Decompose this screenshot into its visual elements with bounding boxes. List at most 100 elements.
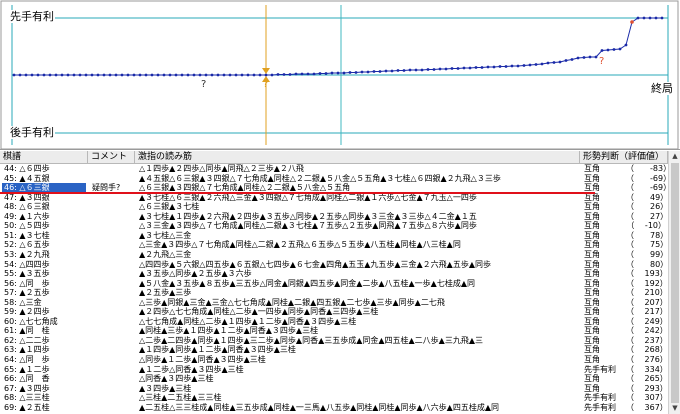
- eval-point: [552, 61, 556, 64]
- pv-cell: ▲３四歩▲三桂: [139, 383, 192, 393]
- eval-cell: （ 78）: [626, 230, 668, 240]
- move-cell: 59: ▲２四歩: [4, 307, 50, 317]
- eval-point: [156, 73, 160, 77]
- table-row[interactable]: 60: △七七角成 △七七角成▲同桂△二歩▲１四歩▲１二歩▲同香▲３四歩▲三桂 互角…: [0, 317, 680, 327]
- pv-cell: ▲４五銀△６三銀▲３四銀△７七角成▲同桂△２二銀▲５八金△５五角▲３七桂△６四銀…: [139, 173, 501, 183]
- pv-cell: ▲２九飛△三金: [139, 249, 192, 259]
- scroll-down-arrow-icon[interactable]: ▼: [670, 403, 680, 414]
- eval-point: [126, 73, 130, 77]
- eval-point: [636, 16, 640, 20]
- eval-point: [600, 49, 604, 52]
- column-header-pv[interactable]: 激指の読み筋: [135, 151, 580, 164]
- column-header-kifu[interactable]: 棋譜: [0, 151, 88, 164]
- pv-cell: ▲２四歩△七七角成▲同桂△二歩▲一四歩▲同歩▲同香▲三四歩▲三桂: [139, 307, 379, 317]
- comment-cell: [90, 393, 134, 403]
- pv-cell: ▲１四歩▲同歩▲１二歩▲同香▲３四歩▲三桂: [139, 345, 296, 355]
- table-row[interactable]: 48: △６三銀 △６三銀▲３七桂 互角 （ 26）: [0, 202, 680, 212]
- eval-point: [24, 73, 28, 77]
- pv-cell: △三歩▲同銀▲三金▲三金△七七角成▲同桂▲二銀▲四五銀▲二七歩▲三歩▲同歩▲二七…: [139, 297, 445, 307]
- table-row[interactable]: 53: ▲２九飛 ▲２九飛△三金 互角 （ 99）: [0, 250, 680, 260]
- eval-cell: （ -69）: [626, 183, 668, 193]
- move-cell: 55: ▲３五歩: [4, 269, 50, 279]
- table-row[interactable]: 69: ▲２五桂 ▲二五桂△三三桂成▲同桂▲三五歩成▲同桂▲一三馬▲八五歩▲同桂▲…: [0, 403, 680, 413]
- eval-point: [522, 64, 526, 67]
- eval-point: [378, 70, 382, 73]
- move-cell: 60: △七七角成: [4, 316, 58, 326]
- eval-point: [396, 69, 400, 72]
- eval-point: [582, 56, 586, 59]
- status-cell: 互角: [584, 259, 600, 269]
- comment-cell: [90, 174, 134, 184]
- eval-point: [222, 73, 226, 77]
- status-cell: 先手有利: [584, 393, 616, 403]
- graph-canvas[interactable]: [0, 0, 680, 150]
- comment-cell: [90, 384, 134, 394]
- table-row[interactable]: 50: △５四歩 △３三金▲３四歩△７七角成▲同桂△二銀▲３七桂▲７五歩△２五歩▲…: [0, 221, 680, 231]
- scrollbar-thumb[interactable]: [671, 163, 679, 403]
- eval-point: [594, 55, 598, 59]
- table-row[interactable]: 56: △同 歩 ▲５八金▲３五歩▲８五歩▲三五歩△同金▲同銀▲四五歩▲同金▲二歩…: [0, 279, 680, 289]
- table-row[interactable]: 44: △６四歩 △１四歩▲２四歩△同歩▲同飛△２三歩▲２八飛 互角 （ -83）: [0, 164, 680, 174]
- eval-point: [276, 73, 280, 76]
- eval-point: [354, 71, 358, 74]
- move-cell: 57: ▲２五歩: [4, 288, 50, 298]
- eval-point: [516, 64, 520, 68]
- table-row[interactable]: 64: △同 歩 △同歩▲１二歩▲同香▲３四歩▲三桂 互角 （ 276）: [0, 355, 680, 365]
- eval-cell: （ 242）: [626, 326, 668, 336]
- table-row[interactable]: 58: △三金 △三歩▲同銀▲三金▲三金△七七角成▲同桂▲二銀▲四五銀▲二七歩▲三…: [0, 298, 680, 308]
- kifu-analysis-table[interactable]: 棋譜 コメント 激指の読み筋 形勢判断（評価値） 44: △６四歩 △１四歩▲２四…: [0, 151, 680, 414]
- eval-point: [240, 73, 244, 77]
- table-row[interactable]: 49: ▲１六歩 ▲３七桂▲１四歩▲２六飛▲２四歩▲３五歩△同歩▲２五歩△同歩▲３…: [0, 212, 680, 222]
- status-cell: 互角: [584, 240, 600, 250]
- eval-point: [54, 73, 58, 77]
- eval-cell: （ 268）: [626, 345, 668, 355]
- eval-cell: （ 75）: [626, 240, 668, 250]
- eval-point: [30, 73, 34, 77]
- table-row[interactable]: 61: ▲同 桂 ▲同桂▲三歩▲１四歩▲１二歩▲同香▲３四歩▲三桂 互角 （ 242）: [0, 326, 680, 336]
- scroll-up-arrow-icon[interactable]: ▲: [670, 151, 680, 162]
- table-row[interactable]: 47: ▲３四銀 ▲３七桂△６三銀▲２六飛△三金▲３四銀△７七角成▲同桂△二銀▲１…: [0, 193, 680, 203]
- table-row[interactable]: 51: ▲３七桂 ▲３七桂△三金 互角 （ 78）: [0, 231, 680, 241]
- question-mark-3: ?: [599, 56, 605, 67]
- move-cell: 44: △６四歩: [4, 164, 50, 173]
- table-row[interactable]: 45: ▲４五銀 ▲４五銀△６三銀▲３四銀△７七角成▲同桂△２二銀▲５八金△５五角…: [0, 174, 680, 184]
- eval-cell: （ -10）: [626, 221, 666, 231]
- comment-cell: [90, 336, 134, 346]
- eval-point: [564, 59, 568, 62]
- eval-point: [408, 68, 412, 72]
- eval-point: [546, 61, 550, 65]
- eval-point: [90, 73, 94, 77]
- eval-point: [78, 73, 82, 77]
- eval-point: [168, 73, 172, 77]
- move-cell: 52: △６五歩: [4, 240, 50, 250]
- table-row[interactable]: 55: ▲３五歩 ▲３五歩△同歩▲２五歩▲３六歩 互角 （ 193）: [0, 269, 680, 279]
- gote-advantage-label: 後手有利: [9, 126, 55, 139]
- eval-cell: （ 80）: [626, 259, 668, 269]
- table-row[interactable]: 67: ▲３四歩 ▲３四歩▲三桂 互角 （ 293）: [0, 384, 680, 394]
- table-row[interactable]: 68: △三三桂 △三桂▲二五桂▲三三桂 先手有利 （ 307）: [0, 393, 680, 403]
- evaluation-graph[interactable]: 先手有利 後手有利 終局 ? ? ?: [0, 0, 680, 150]
- eval-point: [174, 73, 178, 77]
- eval-point: [102, 73, 106, 77]
- eval-point: [528, 63, 532, 67]
- table-row[interactable]: 63: ▲１四歩 ▲１四歩▲同歩▲１二歩▲同香▲３四歩▲三桂 互角 （ 268）: [0, 345, 680, 355]
- column-header-comment[interactable]: コメント: [88, 151, 135, 164]
- table-row[interactable]: 59: ▲２四歩 ▲２四歩△七七角成▲同桂△二歩▲一四歩▲同歩▲同香▲三四歩▲三桂…: [0, 307, 680, 317]
- table-row[interactable]: 65: ▲１二歩 ▲１二歩△同香▲３四歩▲三桂 先手有利 （ 334）: [0, 365, 680, 375]
- eval-point: [228, 73, 232, 77]
- move-cell: 54: △四四歩: [4, 259, 50, 269]
- move-cell: 65: ▲１二歩: [4, 364, 50, 374]
- eval-cell: （ -69）: [626, 173, 668, 183]
- pv-cell: △三金▲３四歩△７七角成▲同桂△二銀▲２五飛△６五歩△５五歩▲八五桂▲同桂▲八三…: [139, 240, 461, 250]
- eval-point: [132, 73, 136, 77]
- move-cell: 47: ▲３四銀: [4, 192, 50, 202]
- status-cell: 互角: [584, 230, 600, 240]
- table-row[interactable]: 62: △二二歩 △二歩▲二四歩▲同歩▲１四歩▲三二歩▲同歩▲同香▲三五歩成▲同金…: [0, 336, 680, 346]
- table-row[interactable]: 66: △同 香 △同香▲３四歩▲三桂 互角 （ 265）: [0, 374, 680, 384]
- status-cell: 互角: [584, 211, 600, 221]
- column-header-evaluation[interactable]: 形勢判断（評価値）: [580, 151, 668, 164]
- table-row[interactable]: 52: △６五歩 △三金▲３四歩△７七角成▲同桂△二銀▲２五飛△６五歩△５五歩▲八…: [0, 240, 680, 250]
- table-row[interactable]: 57: ▲２五歩 ▲２五歩▲三歩 互角 （ 210）: [0, 288, 680, 298]
- vertical-scrollbar[interactable]: ▲ ▼: [668, 151, 680, 414]
- table-row[interactable]: 54: △四四歩 △四四歩▲５六銀△四五歩▲６五銀△七四歩▲６七金▲四角▲五玉▲九…: [0, 260, 680, 270]
